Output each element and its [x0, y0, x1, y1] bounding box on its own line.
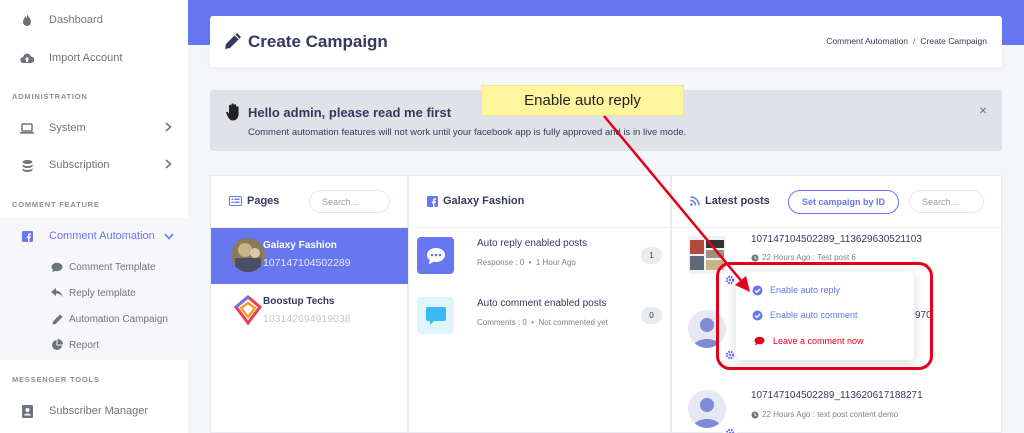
page-name: Galaxy Fashion	[263, 240, 337, 251]
page-item-boostup-techs[interactable]: Boostup Techs 103142694919038	[211, 284, 408, 340]
sidebar-subitem-label: Comment Template	[69, 261, 156, 273]
sidebar-section-header: COMMENT FEATURE	[12, 200, 100, 209]
search-input[interactable]: Search...	[309, 190, 390, 213]
sidebar-item-import-account[interactable]: Import Account	[0, 39, 188, 77]
coins-icon	[20, 158, 34, 172]
sidebar-item-label: Comment Automation	[49, 230, 155, 242]
sidebar-item-label: Subscription	[49, 159, 110, 171]
panel-title-text: Galaxy Fashion	[443, 195, 525, 207]
sidebar-subitem-label: Reply template	[69, 287, 136, 299]
breadcrumb-item[interactable]: Comment Automation	[826, 36, 908, 46]
post-meta: 22 Hours Ago : text post content demo	[751, 410, 898, 419]
post-meta: 22 Hours Ago : Test post 6	[751, 253, 856, 262]
user-avatar-icon	[688, 390, 726, 428]
facebook-icon	[427, 195, 438, 207]
breadcrumb: Comment Automation / Create Campaign	[826, 36, 987, 46]
rss-icon	[690, 196, 700, 206]
page-summary-panel: Galaxy Fashion Auto reply enabled posts …	[408, 175, 671, 433]
sidebar-section-header: ADMINISTRATION	[12, 92, 88, 101]
item-meta: Response : 0 • 1 Hour Ago	[477, 258, 576, 267]
pie-chart-icon	[51, 339, 63, 351]
sidebar-subitem-report[interactable]: Report	[0, 332, 188, 358]
page-avatar	[231, 293, 265, 327]
page-title: Create Campaign	[248, 32, 388, 51]
sidebar-subitem-reply-template[interactable]: Reply template	[0, 280, 188, 306]
alert-title: Hello admin, please read me first	[248, 105, 452, 120]
contact-card-icon	[20, 404, 34, 418]
sidebar: Dashboard Import Account ADMINISTRATION …	[0, 0, 188, 433]
panel-title: Pages	[229, 195, 279, 207]
chat-bubble-icon	[417, 237, 454, 274]
sidebar-subitem-label: Report	[69, 339, 100, 351]
close-icon[interactable]: ×	[979, 102, 987, 118]
item-meta: Comments : 0 • Not commented yet	[477, 318, 608, 327]
annotation-highlight	[716, 262, 933, 370]
page-item-galaxy-fashion[interactable]: Galaxy Fashion 107147104502289	[211, 228, 408, 284]
clock-icon	[751, 411, 759, 418]
sidebar-subitem-comment-template[interactable]: Comment Template	[0, 254, 188, 280]
chevron-down-icon	[164, 229, 174, 243]
pages-panel: Pages Search... Galaxy Fashion 107147104…	[210, 175, 408, 433]
sidebar-item-label: Subscriber Manager	[49, 405, 149, 417]
page-avatar	[231, 238, 265, 272]
annotation-callout: Enable auto reply	[481, 85, 684, 116]
item-title: Auto comment enabled posts	[477, 298, 607, 309]
search-input[interactable]: Search...	[909, 190, 984, 213]
hand-icon	[226, 103, 241, 126]
cloud-upload-icon	[20, 51, 34, 65]
pencil-icon	[224, 32, 242, 55]
breadcrumb-item: Create Campaign	[920, 36, 987, 46]
sidebar-item-system[interactable]: System	[0, 109, 188, 147]
count-badge: 0	[641, 307, 662, 324]
sidebar-item-label: System	[49, 122, 86, 134]
sidebar-item-dashboard[interactable]: Dashboard	[0, 1, 188, 39]
page-id: 103142694919038	[263, 313, 351, 325]
auto-comment-enabled-posts[interactable]: Auto comment enabled posts Comments : 0 …	[409, 288, 671, 348]
breadcrumb-separator: /	[913, 36, 916, 46]
panel-title: Galaxy Fashion	[427, 195, 524, 207]
count-badge: 1	[641, 247, 662, 264]
chevron-right-icon	[165, 158, 172, 172]
auto-reply-enabled-posts[interactable]: Auto reply enabled posts Response : 0 • …	[409, 228, 671, 288]
facebook-icon	[20, 229, 34, 243]
page-id: 107147104502289	[263, 257, 351, 269]
reply-icon	[51, 287, 63, 299]
comment-icon	[51, 261, 63, 273]
sidebar-item-subscriber-manager[interactable]: Subscriber Manager	[0, 392, 188, 430]
list-alt-icon	[229, 196, 242, 206]
panel-title: Latest posts	[690, 195, 770, 207]
clock-icon	[751, 254, 759, 261]
post-item[interactable]: 107147104502289_113620617188271 22 Hours…	[672, 370, 1002, 433]
chevron-right-icon	[165, 121, 172, 135]
post-id: 107147104502289_113620617188271	[751, 390, 923, 401]
set-campaign-by-id-button[interactable]: Set campaign by ID	[788, 190, 899, 214]
pencil-icon	[51, 313, 63, 325]
panel-title-text: Pages	[247, 195, 280, 207]
sidebar-item-label: Import Account	[49, 52, 123, 64]
fire-icon	[20, 13, 34, 27]
sidebar-subitem-label: Automation Campaign	[69, 313, 168, 325]
sidebar-item-comment-automation[interactable]: Comment Automation	[0, 217, 188, 255]
comment-box-icon	[417, 297, 454, 334]
laptop-icon	[20, 121, 34, 135]
item-title: Auto reply enabled posts	[477, 238, 588, 249]
gear-icon[interactable]	[723, 426, 737, 433]
panel-title-text: Latest posts	[705, 195, 770, 207]
sidebar-section-header: MESSENGER TOOLS	[12, 375, 100, 384]
alert-text: Comment automation features will not wor…	[248, 127, 687, 138]
sidebar-item-label: Dashboard	[49, 14, 103, 26]
sidebar-item-subscription[interactable]: Subscription	[0, 146, 188, 184]
page-header: Create Campaign Comment Automation / Creat…	[210, 16, 1002, 67]
page-name: Boostup Techs	[263, 296, 335, 307]
sidebar-subitem-automation-campaign[interactable]: Automation Campaign	[0, 306, 188, 332]
post-id: 107147104502289_113629630521103	[751, 234, 922, 245]
